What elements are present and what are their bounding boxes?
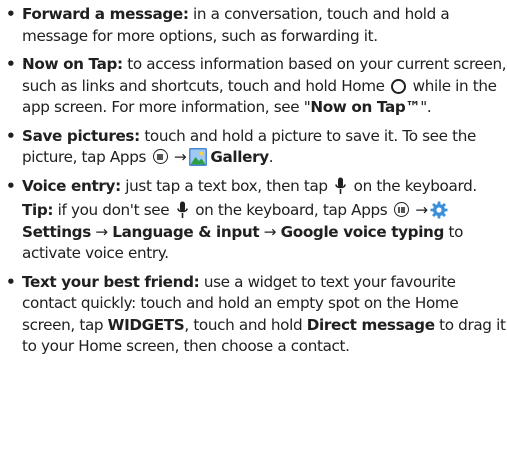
item-title: Voice entry: (22, 176, 121, 195)
item-text: , touch and hold (184, 315, 307, 334)
item-text: . (268, 148, 274, 166)
apps-grid-icon (393, 202, 409, 217)
settings-gear-icon (430, 201, 448, 219)
widgets-label: WIDGETS (107, 315, 185, 334)
list-item-save-pictures: • Save pictures: touch and hold a pictur… (6, 126, 507, 169)
item-title: Now on Tap: (22, 55, 123, 73)
list-item-text-best-friend: • Text your best friend: use a widget to… (6, 272, 507, 358)
tip-title: Tip: (22, 201, 54, 219)
language-input-label[interactable]: Language & input (112, 223, 259, 241)
item-title: Save pictures: (22, 126, 140, 145)
item-text: ". (420, 98, 432, 116)
gallery-label[interactable]: Gallery (210, 148, 269, 166)
bullet: • (6, 55, 16, 73)
bullet: • (6, 176, 16, 195)
list-item-now-on-tap: • Now on Tap: to access information base… (6, 54, 507, 119)
gallery-icon (189, 148, 208, 166)
arrow: → (415, 201, 428, 219)
page: • Forward a message: in a conversation, … (0, 0, 507, 449)
bullet: • (6, 126, 16, 145)
arrow: → (95, 222, 108, 241)
apps-grid-icon (152, 149, 168, 164)
settings-label[interactable]: Settings (22, 223, 91, 241)
now-on-tap-link[interactable]: Now on Tap™ (310, 98, 420, 116)
arrow: → (174, 148, 187, 166)
arrow: → (263, 222, 277, 241)
google-voice-typing-label[interactable]: Google voice typing (281, 223, 445, 241)
list-item-forward-message: • Forward a message: in a conversation, … (6, 4, 507, 47)
bullet: • (6, 5, 16, 23)
tip-text: if you don't see (53, 201, 174, 219)
item-text: just tap a text box, then tap (120, 176, 333, 195)
list-item-voice-entry: • Voice entry: just tap a text box, then… (6, 176, 507, 198)
microphone-icon (176, 201, 188, 218)
direct-message-label: Direct message (306, 315, 435, 334)
tip-text: on the keyboard, tap Apps (190, 201, 392, 219)
tip-paragraph: Tip: if you don't see on the keyboard, t… (6, 200, 507, 265)
item-title: Text your best friend: (22, 272, 200, 291)
item-title: Forward a message: (22, 5, 189, 23)
microphone-icon (335, 177, 347, 194)
home-circle-icon (391, 78, 407, 94)
item-text: on the keyboard. (349, 176, 478, 195)
bullet: • (6, 272, 16, 291)
